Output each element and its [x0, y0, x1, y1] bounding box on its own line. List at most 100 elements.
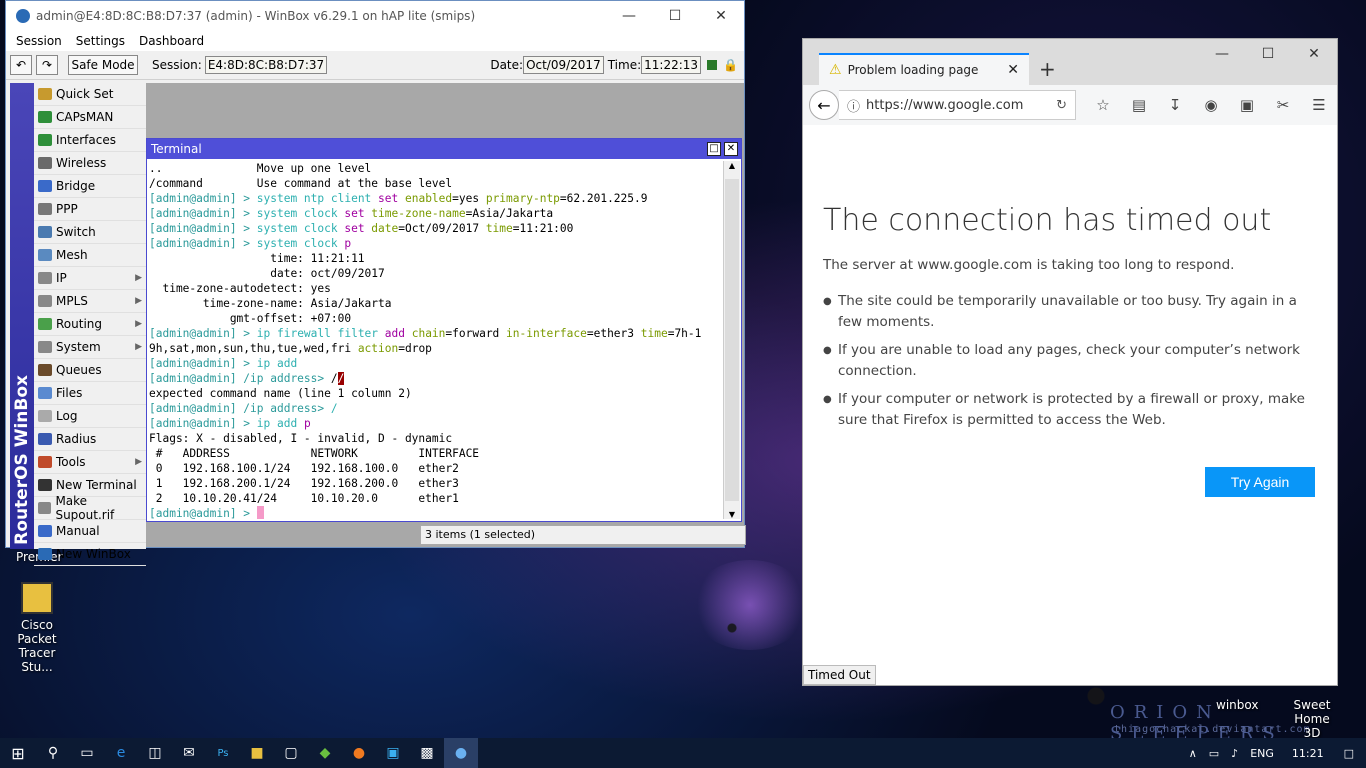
nav-item-make-supout-rif[interactable]: Make Supout.rif [34, 494, 146, 522]
firefox-taskbar-icon[interactable]: ● [342, 738, 376, 768]
tray-chevron-icon[interactable]: ∧ [1189, 747, 1197, 760]
firefox-window[interactable]: — ☐ ✕ ⚠ Problem loading page ✕ + ← ⓘ htt… [802, 38, 1338, 686]
try-again-button[interactable]: Try Again [1205, 467, 1315, 497]
packet-tracer-taskbar-icon[interactable]: ◆ [308, 738, 342, 768]
back-button[interactable]: ← [809, 90, 839, 120]
nav-item-log[interactable]: Log [34, 405, 146, 428]
nav-item-label: System [56, 340, 101, 354]
close-icon[interactable]: ✕ [698, 8, 744, 24]
cmd-icon[interactable]: ▩ [410, 738, 444, 768]
nav-item-ip[interactable]: IP ▶ [34, 267, 146, 290]
terminal-close-icon[interactable]: ✕ [724, 142, 738, 156]
ff-minimize-icon[interactable]: — [1199, 39, 1245, 69]
nav-item-system[interactable]: System ▶ [34, 336, 146, 359]
nav-item-files[interactable]: Files [34, 382, 146, 405]
nav-item-label: MPLS [56, 294, 88, 308]
nav-item-ppp[interactable]: PPP [34, 198, 146, 221]
menu-settings[interactable]: Settings [76, 34, 125, 48]
redo-button[interactable]: ↷ [36, 55, 58, 75]
winbox-menu-bar: Session Settings Dashboard [6, 31, 744, 51]
terminal-segment: Flags: X - disabled, I - invalid, D - dy… [149, 432, 453, 445]
photoshop-icon[interactable]: Ps [206, 738, 240, 768]
start-button[interactable]: ⊞ [0, 738, 36, 768]
network-icon[interactable]: ▭ [1209, 747, 1219, 760]
new-tab-icon[interactable]: + [1039, 57, 1056, 81]
back-arrow-icon: ← [817, 95, 831, 115]
pocket-icon[interactable]: ◉ [1193, 96, 1229, 114]
terminal-cursor [256, 506, 264, 519]
file-explorer-icon[interactable]: ■ [240, 738, 274, 768]
nav-item-mesh[interactable]: Mesh [34, 244, 146, 267]
terminal-line: date: oct/09/2017 [149, 266, 723, 281]
mail-icon[interactable]: ✉ [172, 738, 206, 768]
reload-icon[interactable]: ↻ [1056, 98, 1067, 113]
nav-item-quick-set[interactable]: Quick Set [34, 83, 146, 106]
ff-maximize-icon[interactable]: ☐ [1245, 39, 1291, 69]
volume-icon[interactable]: ♪ [1231, 747, 1238, 760]
desktop-icon-winbox[interactable]: winbox [1216, 698, 1258, 712]
terminal-output[interactable]: .. Move up one level/command Use command… [149, 161, 723, 521]
winbox-title-bar[interactable]: admin@E4:8D:8C:B8:D7:37 (admin) - WinBox… [6, 1, 744, 31]
log-icon [38, 410, 52, 422]
language-indicator[interactable]: ENG [1250, 747, 1274, 760]
terminal-maximize-icon[interactable]: □ [707, 142, 721, 156]
lock-bag-icon[interactable]: ▣ [1229, 96, 1265, 114]
nav-item-switch[interactable]: Switch [34, 221, 146, 244]
winbox-taskbar-icon[interactable]: ● [444, 738, 478, 768]
minimize-icon[interactable]: — [606, 8, 652, 24]
clock[interactable]: 11:21 [1292, 747, 1324, 760]
error-suggestions: The site could be temporarily unavailabl… [823, 291, 1319, 438]
nav-item-bridge[interactable]: Bridge [34, 175, 146, 198]
nav-item-radius[interactable]: Radius [34, 428, 146, 451]
screenshot-icon[interactable]: ✂ [1265, 96, 1301, 114]
hamburger-menu-icon[interactable]: ☰ [1301, 96, 1337, 114]
download-icon[interactable]: ↧ [1157, 96, 1193, 114]
edge-icon[interactable]: e [104, 738, 138, 768]
scroll-thumb[interactable] [725, 179, 739, 501]
task-view-icon[interactable]: ▭ [70, 738, 104, 768]
safe-mode-button[interactable]: Safe Mode [68, 55, 138, 75]
terminal-segment: time [640, 327, 668, 340]
tab-close-icon[interactable]: ✕ [1007, 62, 1019, 78]
reader-list-icon[interactable]: ▤ [1121, 96, 1157, 114]
nav-item-queues[interactable]: Queues [34, 359, 146, 382]
nav-item-interfaces[interactable]: Interfaces [34, 129, 146, 152]
winbox-logo-icon [16, 9, 30, 23]
terminal-scrollbar[interactable]: ▲ ▼ [723, 161, 740, 519]
interfaces-icon [38, 134, 52, 146]
terminal-line: time: 11:21:11 [149, 251, 723, 266]
3d-box-icon[interactable]: ▢ [274, 738, 308, 768]
nav-item-new-winbox[interactable]: New WinBox [34, 543, 146, 566]
terminal-title-bar[interactable]: Terminal □ ✕ [147, 139, 741, 159]
search-icon[interactable]: ⚲ [36, 738, 70, 768]
terminal-segment: [admin@admin] > [149, 417, 257, 430]
terminal-segment: p [303, 417, 311, 430]
nav-item-manual[interactable]: Manual [34, 520, 146, 543]
tab-problem-loading[interactable]: ⚠ Problem loading page ✕ [819, 53, 1029, 85]
desktop-icon-cisco-packet-tracer[interactable]: Cisco Packet Tracer Stu... [2, 582, 72, 674]
nav-item-routing[interactable]: Routing ▶ [34, 313, 146, 336]
windows-logo-icon: ⊞ [11, 743, 25, 763]
scroll-up-icon[interactable]: ▲ [724, 161, 740, 170]
desktop-icon-sweet-home-3d[interactable]: Sweet Home 3D [1274, 698, 1350, 740]
undo-button[interactable]: ↶ [10, 55, 32, 75]
menu-dashboard[interactable]: Dashboard [139, 34, 204, 48]
submenu-arrow-icon: ▶ [135, 457, 142, 467]
bridge-icon [38, 180, 52, 192]
terminal-window[interactable]: Terminal □ ✕ .. Move up one level/comman… [146, 138, 742, 522]
info-icon[interactable]: ⓘ [847, 96, 860, 115]
menu-session[interactable]: Session [16, 34, 62, 48]
nav-item-capsman[interactable]: CAPsMAN [34, 106, 146, 129]
nav-item-wireless[interactable]: Wireless [34, 152, 146, 175]
bookmark-star-icon[interactable]: ☆ [1085, 96, 1121, 114]
notification-icon[interactable]: □ [1344, 747, 1354, 760]
nav-item-tools[interactable]: Tools ▶ [34, 451, 146, 474]
store-icon[interactable]: ◫ [138, 738, 172, 768]
lock-icon: 🔒 [723, 58, 738, 72]
scroll-down-icon[interactable]: ▼ [724, 510, 740, 519]
nav-item-mpls[interactable]: MPLS ▶ [34, 290, 146, 313]
url-bar[interactable]: ⓘ https://www.google.com ↻ [839, 90, 1076, 120]
remote-desktop-icon[interactable]: ▣ [376, 738, 410, 768]
ff-close-icon[interactable]: ✕ [1291, 39, 1337, 69]
maximize-icon[interactable]: ☐ [652, 8, 698, 24]
